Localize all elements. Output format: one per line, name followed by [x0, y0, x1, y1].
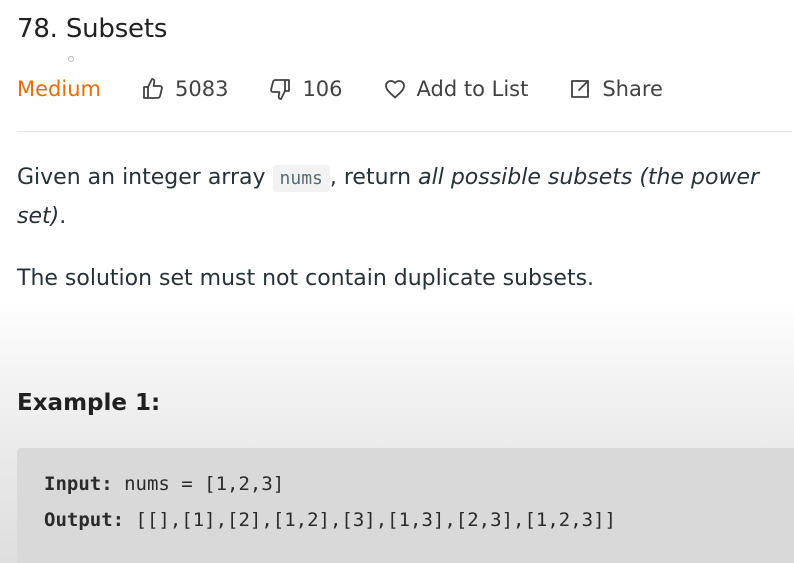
- thumbs-up-icon: [143, 78, 163, 99]
- problem-title: 78. Subsets: [17, 14, 168, 44]
- heart-icon: [384, 80, 405, 99]
- problem-meta-bar: Medium 5083 106 Add to List Share: [17, 72, 703, 106]
- constraint-paragraph: The solution set must not contain duplic…: [17, 266, 595, 291]
- share-icon: [571, 80, 590, 98]
- share-button[interactable]: Share: [568, 77, 663, 101]
- description-text: .: [59, 204, 67, 229]
- example-output-line: Output: [[],[1],[2],[1,2],[3],[1,3],[2,3…: [44, 509, 616, 531]
- thumbs-down-icon: [270, 79, 291, 100]
- like-button[interactable]: 5083: [141, 77, 228, 101]
- like-count: 5083: [174, 77, 229, 101]
- add-to-list-button[interactable]: Add to List: [383, 77, 529, 101]
- difficulty-label: Medium: [17, 77, 101, 101]
- dislike-button[interactable]: 106: [268, 77, 343, 101]
- description-text: Given an integer array: [17, 165, 273, 190]
- inline-code-nums: nums: [272, 165, 330, 192]
- header-divider: [17, 131, 792, 132]
- example-title: Example 1:: [17, 390, 161, 416]
- example-input-value: nums = [1,2,3]: [112, 473, 285, 495]
- example-input-line: Input: nums = [1,2,3]: [44, 473, 284, 495]
- add-to-list-label: Add to List: [416, 77, 529, 101]
- example-code-block: [17, 448, 794, 563]
- description-text: , return: [329, 165, 419, 190]
- example-output-label: Output:: [44, 509, 125, 531]
- share-label: Share: [602, 77, 663, 101]
- example-output-value: [[],[1],[2],[1,2],[3],[1,3],[2,3],[1,2,3…: [124, 509, 616, 531]
- decorative-dot: [68, 56, 74, 62]
- dislike-count: 106: [302, 77, 343, 101]
- description-paragraph: Given an integer array nums, return all …: [17, 159, 777, 236]
- example-input-label: Input:: [44, 473, 113, 495]
